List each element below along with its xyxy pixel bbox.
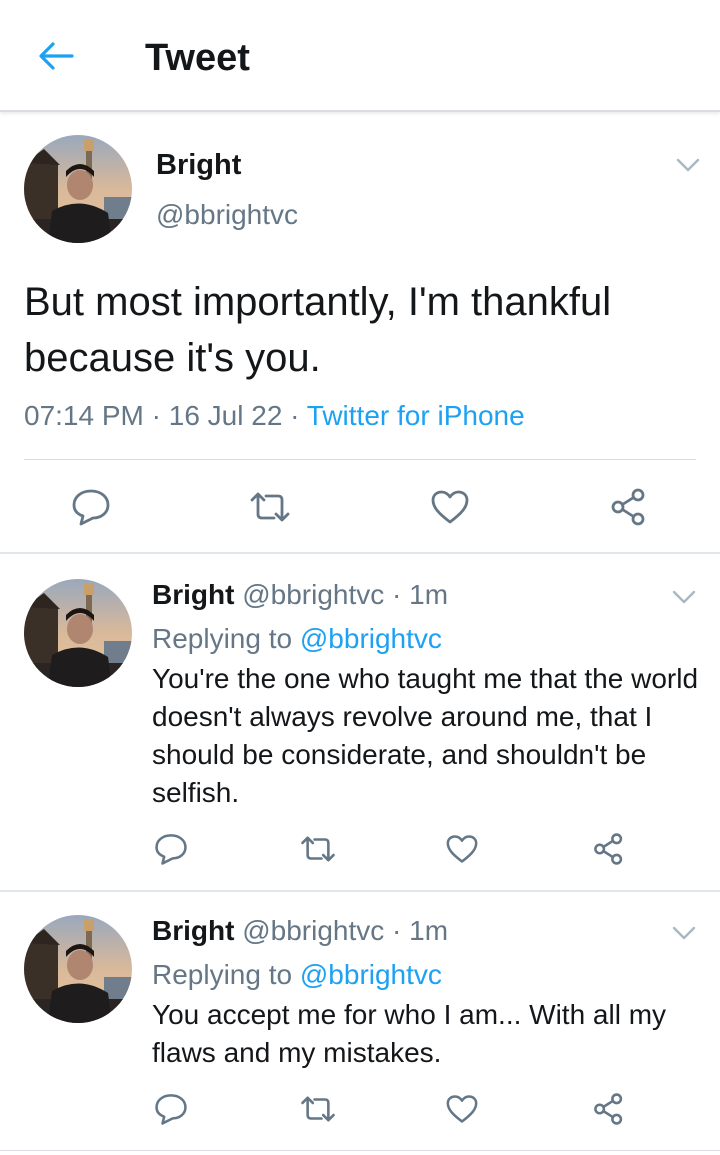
divider	[24, 459, 696, 460]
reply-header: Bright @bbrightvc · 1m	[152, 578, 448, 612]
replying-to: Replying to @bbrightvc	[152, 958, 442, 992]
retweet-icon	[250, 492, 290, 522]
author-name[interactable]: Bright	[156, 148, 241, 182]
tweet-time: 07:14 PM	[24, 400, 144, 431]
more-options-button[interactable]	[673, 154, 703, 176]
chevron-down-icon	[672, 590, 696, 604]
avatar-photo	[24, 915, 132, 1023]
main-tweet: Bright @bbrightvc But most importantly, …	[0, 114, 720, 554]
avatar[interactable]	[24, 915, 132, 1023]
header-separator: ·	[384, 915, 410, 946]
avatar-photo	[24, 135, 132, 243]
retweet-button[interactable]	[293, 824, 343, 874]
share-button[interactable]	[584, 824, 634, 874]
heart-icon	[446, 835, 478, 863]
retweet-button[interactable]	[293, 1084, 343, 1134]
author-handle[interactable]: @bbrightvc	[242, 579, 384, 610]
retweet-button[interactable]	[245, 482, 295, 532]
replying-label: Replying to	[152, 959, 300, 990]
heart-icon	[446, 1095, 478, 1123]
reply-header: Bright @bbrightvc · 1m	[152, 914, 448, 948]
tweet-meta: 07:14 PM · 16 Jul 22 · Twitter for iPhon…	[24, 399, 525, 433]
speech-bubble-icon	[155, 1094, 187, 1125]
like-button[interactable]	[437, 824, 487, 874]
divider	[0, 1150, 720, 1151]
more-options-button[interactable]	[669, 922, 699, 944]
speech-bubble-icon	[155, 834, 187, 865]
retweet-icon	[301, 1096, 335, 1122]
reply-tweet[interactable]: Bright @bbrightvc · 1m Replying to @bbri…	[0, 892, 720, 1155]
share-icon	[611, 488, 645, 526]
header-separator: ·	[384, 579, 410, 610]
arrow-left-icon	[39, 42, 74, 70]
heart-icon	[431, 490, 469, 524]
reply-button[interactable]	[66, 482, 116, 532]
top-bar: Tweet	[0, 0, 720, 112]
meta-separator: ·	[282, 400, 307, 431]
chevron-down-icon	[672, 926, 696, 940]
reply-text: You're the one who taught me that the wo…	[152, 663, 699, 808]
share-button[interactable]	[604, 482, 654, 532]
more-options-button[interactable]	[669, 586, 699, 608]
replying-to-link[interactable]: @bbrightvc	[300, 959, 442, 990]
share-icon	[594, 833, 623, 865]
reply-text: You accept me for who I am... With all m…	[152, 999, 667, 1068]
like-button[interactable]	[437, 1084, 487, 1134]
tweet-date: 16 Jul 22	[168, 400, 283, 431]
author-handle[interactable]: @bbrightvc	[156, 198, 298, 232]
reply-tweet[interactable]: Bright @bbrightvc · 1m Replying to @bbri…	[0, 556, 720, 890]
tweet-text: But most importantly, I'm thankful becau…	[24, 280, 612, 380]
author-name[interactable]: Bright	[152, 579, 234, 610]
avatar[interactable]	[24, 579, 132, 687]
author-name[interactable]: Bright	[152, 915, 234, 946]
reply-time: 1m	[409, 915, 449, 946]
reply-time: 1m	[409, 579, 449, 610]
share-button[interactable]	[584, 1084, 634, 1134]
share-icon	[594, 1093, 623, 1125]
avatar[interactable]	[24, 135, 132, 243]
replying-to: Replying to @bbrightvc	[152, 622, 442, 656]
like-button[interactable]	[425, 482, 475, 532]
replying-to-link[interactable]: @bbrightvc	[300, 623, 442, 654]
reply-button[interactable]	[146, 1084, 196, 1134]
back-button[interactable]	[30, 36, 82, 76]
tweet-source-link[interactable]: Twitter for iPhone	[307, 400, 525, 431]
chevron-down-icon	[676, 158, 700, 172]
author-handle[interactable]: @bbrightvc	[242, 915, 384, 946]
page-title: Tweet	[145, 37, 250, 79]
avatar-photo	[24, 579, 132, 687]
reply-button[interactable]	[146, 824, 196, 874]
replying-label: Replying to	[152, 623, 300, 654]
speech-bubble-icon	[72, 489, 110, 526]
meta-separator: ·	[143, 400, 169, 431]
retweet-icon	[301, 836, 335, 862]
